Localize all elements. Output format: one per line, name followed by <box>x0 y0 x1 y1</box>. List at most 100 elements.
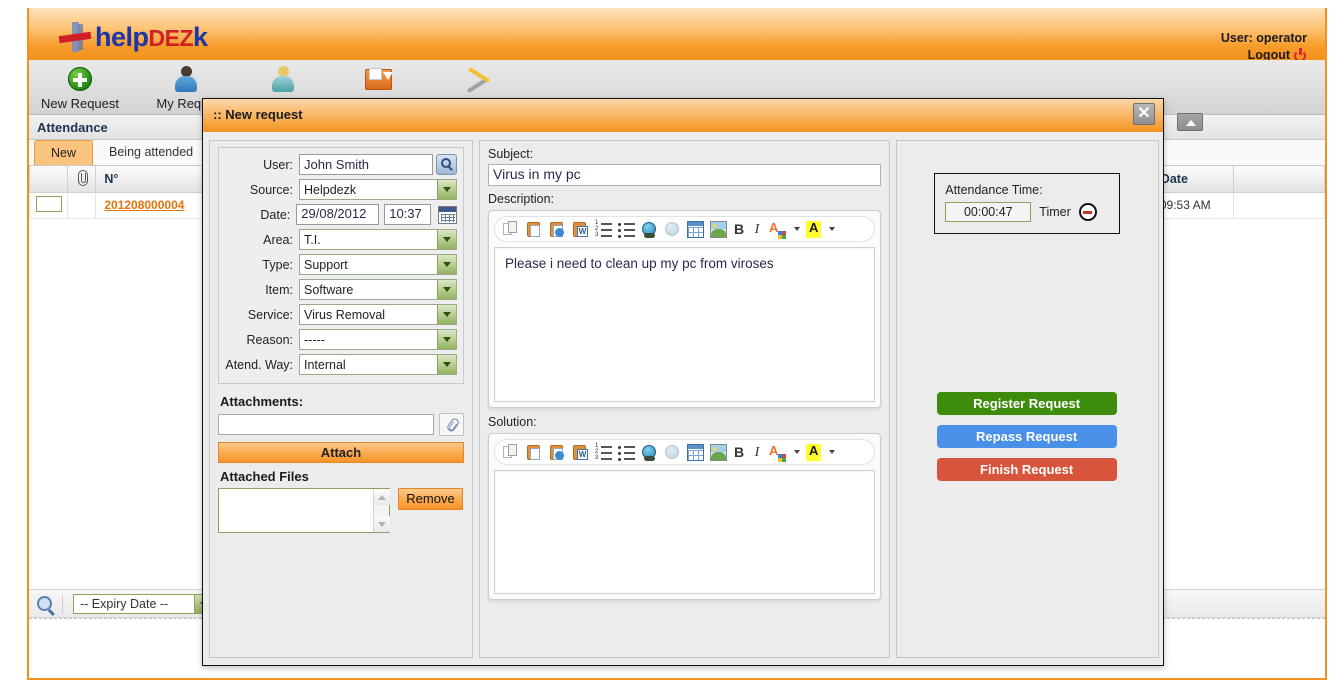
paste-from-word-icon[interactable]: W <box>572 221 589 238</box>
label-user: User: <box>225 158 299 172</box>
user-search-button[interactable] <box>436 154 457 175</box>
area-value: T.I. <box>304 233 321 247</box>
chevron-down-icon[interactable] <box>437 255 456 274</box>
subject-input[interactable]: Virus in my pc <box>488 164 881 186</box>
numbered-list-icon[interactable]: 1 2 3 <box>595 221 612 238</box>
atend-way-select[interactable]: Internal <box>299 354 457 375</box>
paste-icon[interactable] <box>526 444 543 461</box>
grid-tab-new[interactable]: New <box>34 140 93 165</box>
attached-files-scrollbar[interactable] <box>373 489 389 532</box>
chevron-down-icon[interactable] <box>794 227 800 231</box>
source-select[interactable]: Helpdezk <box>299 179 457 200</box>
gold-person-icon <box>234 64 332 94</box>
label-atend-way: Atend. Way: <box>225 358 299 372</box>
description-label: Description: <box>488 192 881 206</box>
attach-button[interactable]: Attach <box>218 442 464 463</box>
remove-button[interactable]: Remove <box>398 488 463 510</box>
insert-image-icon[interactable] <box>710 444 727 461</box>
toolbar-item-new-request[interactable]: New Request <box>31 64 129 111</box>
remove-link-icon[interactable] <box>664 221 681 238</box>
bulleted-list-icon[interactable] <box>618 444 635 461</box>
description-textarea[interactable]: Please i need to clean up my pc from vir… <box>494 247 875 402</box>
expiry-date-filter-select[interactable]: -- Expiry Date -- <box>73 594 213 614</box>
th-attachment[interactable] <box>68 166 96 192</box>
type-select[interactable]: Support <box>299 254 457 275</box>
user-input[interactable]: John Smith <box>299 154 433 175</box>
attachment-input[interactable] <box>218 414 434 435</box>
chevron-down-icon[interactable] <box>437 355 456 374</box>
reason-value: ----- <box>304 333 325 347</box>
paste-icon[interactable] <box>526 221 543 238</box>
th-select[interactable] <box>30 166 68 192</box>
italic-icon[interactable]: I <box>751 221 763 238</box>
paperclip-icon <box>76 170 88 185</box>
request-number-link[interactable]: 201208000004 <box>104 198 184 212</box>
remove-link-icon[interactable] <box>664 444 681 461</box>
highlight-color-icon[interactable]: A <box>806 221 821 238</box>
row-number-cell[interactable]: 201208000004 <box>96 192 209 218</box>
finish-request-button[interactable]: Finish Request <box>937 458 1117 481</box>
label-area: Area: <box>225 233 299 247</box>
copy-icon[interactable] <box>503 221 520 238</box>
paperclip-icon[interactable] <box>439 413 464 436</box>
chevron-down-icon[interactable] <box>794 450 800 454</box>
close-icon[interactable]: ✕ <box>1133 103 1155 125</box>
row-select-cell[interactable] <box>30 192 68 218</box>
th-number[interactable]: N° <box>96 166 209 192</box>
service-select[interactable]: Virus Removal <box>299 304 457 325</box>
chevron-down-icon[interactable] <box>437 330 456 349</box>
item-select[interactable]: Software <box>299 279 457 300</box>
th-col-8[interactable] <box>1234 166 1325 192</box>
paste-as-text-icon[interactable] <box>549 221 566 238</box>
highlight-color-icon[interactable]: A <box>806 444 821 461</box>
italic-icon[interactable]: I <box>751 444 763 461</box>
register-request-button[interactable]: Register Request <box>937 392 1117 415</box>
solution-textarea[interactable] <box>494 470 875 594</box>
scroll-up-icon[interactable] <box>374 489 390 505</box>
numbered-list-icon[interactable]: 1 2 3 <box>595 444 612 461</box>
insert-table-icon[interactable] <box>687 444 704 461</box>
bold-icon[interactable]: B <box>733 444 745 461</box>
chevron-down-icon[interactable] <box>437 180 456 199</box>
modal-title-bar[interactable]: :: New request ✕ <box>203 99 1163 132</box>
stop-timer-icon[interactable] <box>1079 203 1097 221</box>
calendar-icon[interactable] <box>438 206 457 224</box>
timer-label: Timer <box>1039 205 1070 219</box>
tools-icon <box>429 64 527 94</box>
field-row-item: Item: Software <box>225 279 457 300</box>
toolbar-item-settings[interactable] <box>429 64 527 96</box>
chevron-down-icon[interactable] <box>437 305 456 324</box>
time-input[interactable]: 10:37 <box>384 204 430 225</box>
area-select[interactable]: T.I. <box>299 229 457 250</box>
toolbar-item-users[interactable] <box>234 64 332 96</box>
logout-button[interactable]: Logout <box>1221 47 1307 60</box>
label-source: Source: <box>225 183 299 197</box>
insert-link-icon[interactable] <box>641 444 658 461</box>
chevron-down-icon[interactable] <box>829 450 835 454</box>
date-input[interactable]: 29/08/2012 <box>296 204 379 225</box>
paste-as-text-icon[interactable] <box>549 444 566 461</box>
font-color-icon[interactable]: A <box>769 444 786 461</box>
field-row-source: Source: Helpdezk <box>225 179 457 200</box>
chevron-down-icon[interactable] <box>437 230 456 249</box>
font-color-icon[interactable]: A <box>769 221 786 238</box>
repass-request-button[interactable]: Repass Request <box>937 425 1117 448</box>
attached-files-list[interactable] <box>218 488 390 533</box>
bold-icon[interactable]: B <box>733 221 745 238</box>
logo-part-2: DEZ <box>149 25 194 51</box>
insert-table-icon[interactable] <box>687 221 704 238</box>
search-icon[interactable] <box>37 596 52 611</box>
grid-tab-being-attended[interactable]: Being attended <box>93 140 209 165</box>
toolbar-item-archive[interactable] <box>329 64 427 96</box>
insert-link-icon[interactable] <box>641 221 658 238</box>
bulleted-list-icon[interactable] <box>618 221 635 238</box>
copy-icon[interactable] <box>503 444 520 461</box>
paste-from-word-icon[interactable]: W <box>572 444 589 461</box>
chevron-down-icon[interactable] <box>829 227 835 231</box>
chevron-down-icon[interactable] <box>437 280 456 299</box>
scroll-up-button[interactable] <box>1177 113 1203 131</box>
reason-select[interactable]: ----- <box>299 329 457 350</box>
row-checkbox[interactable] <box>36 196 62 212</box>
insert-image-icon[interactable] <box>710 221 727 238</box>
scroll-down-icon[interactable] <box>374 516 390 532</box>
